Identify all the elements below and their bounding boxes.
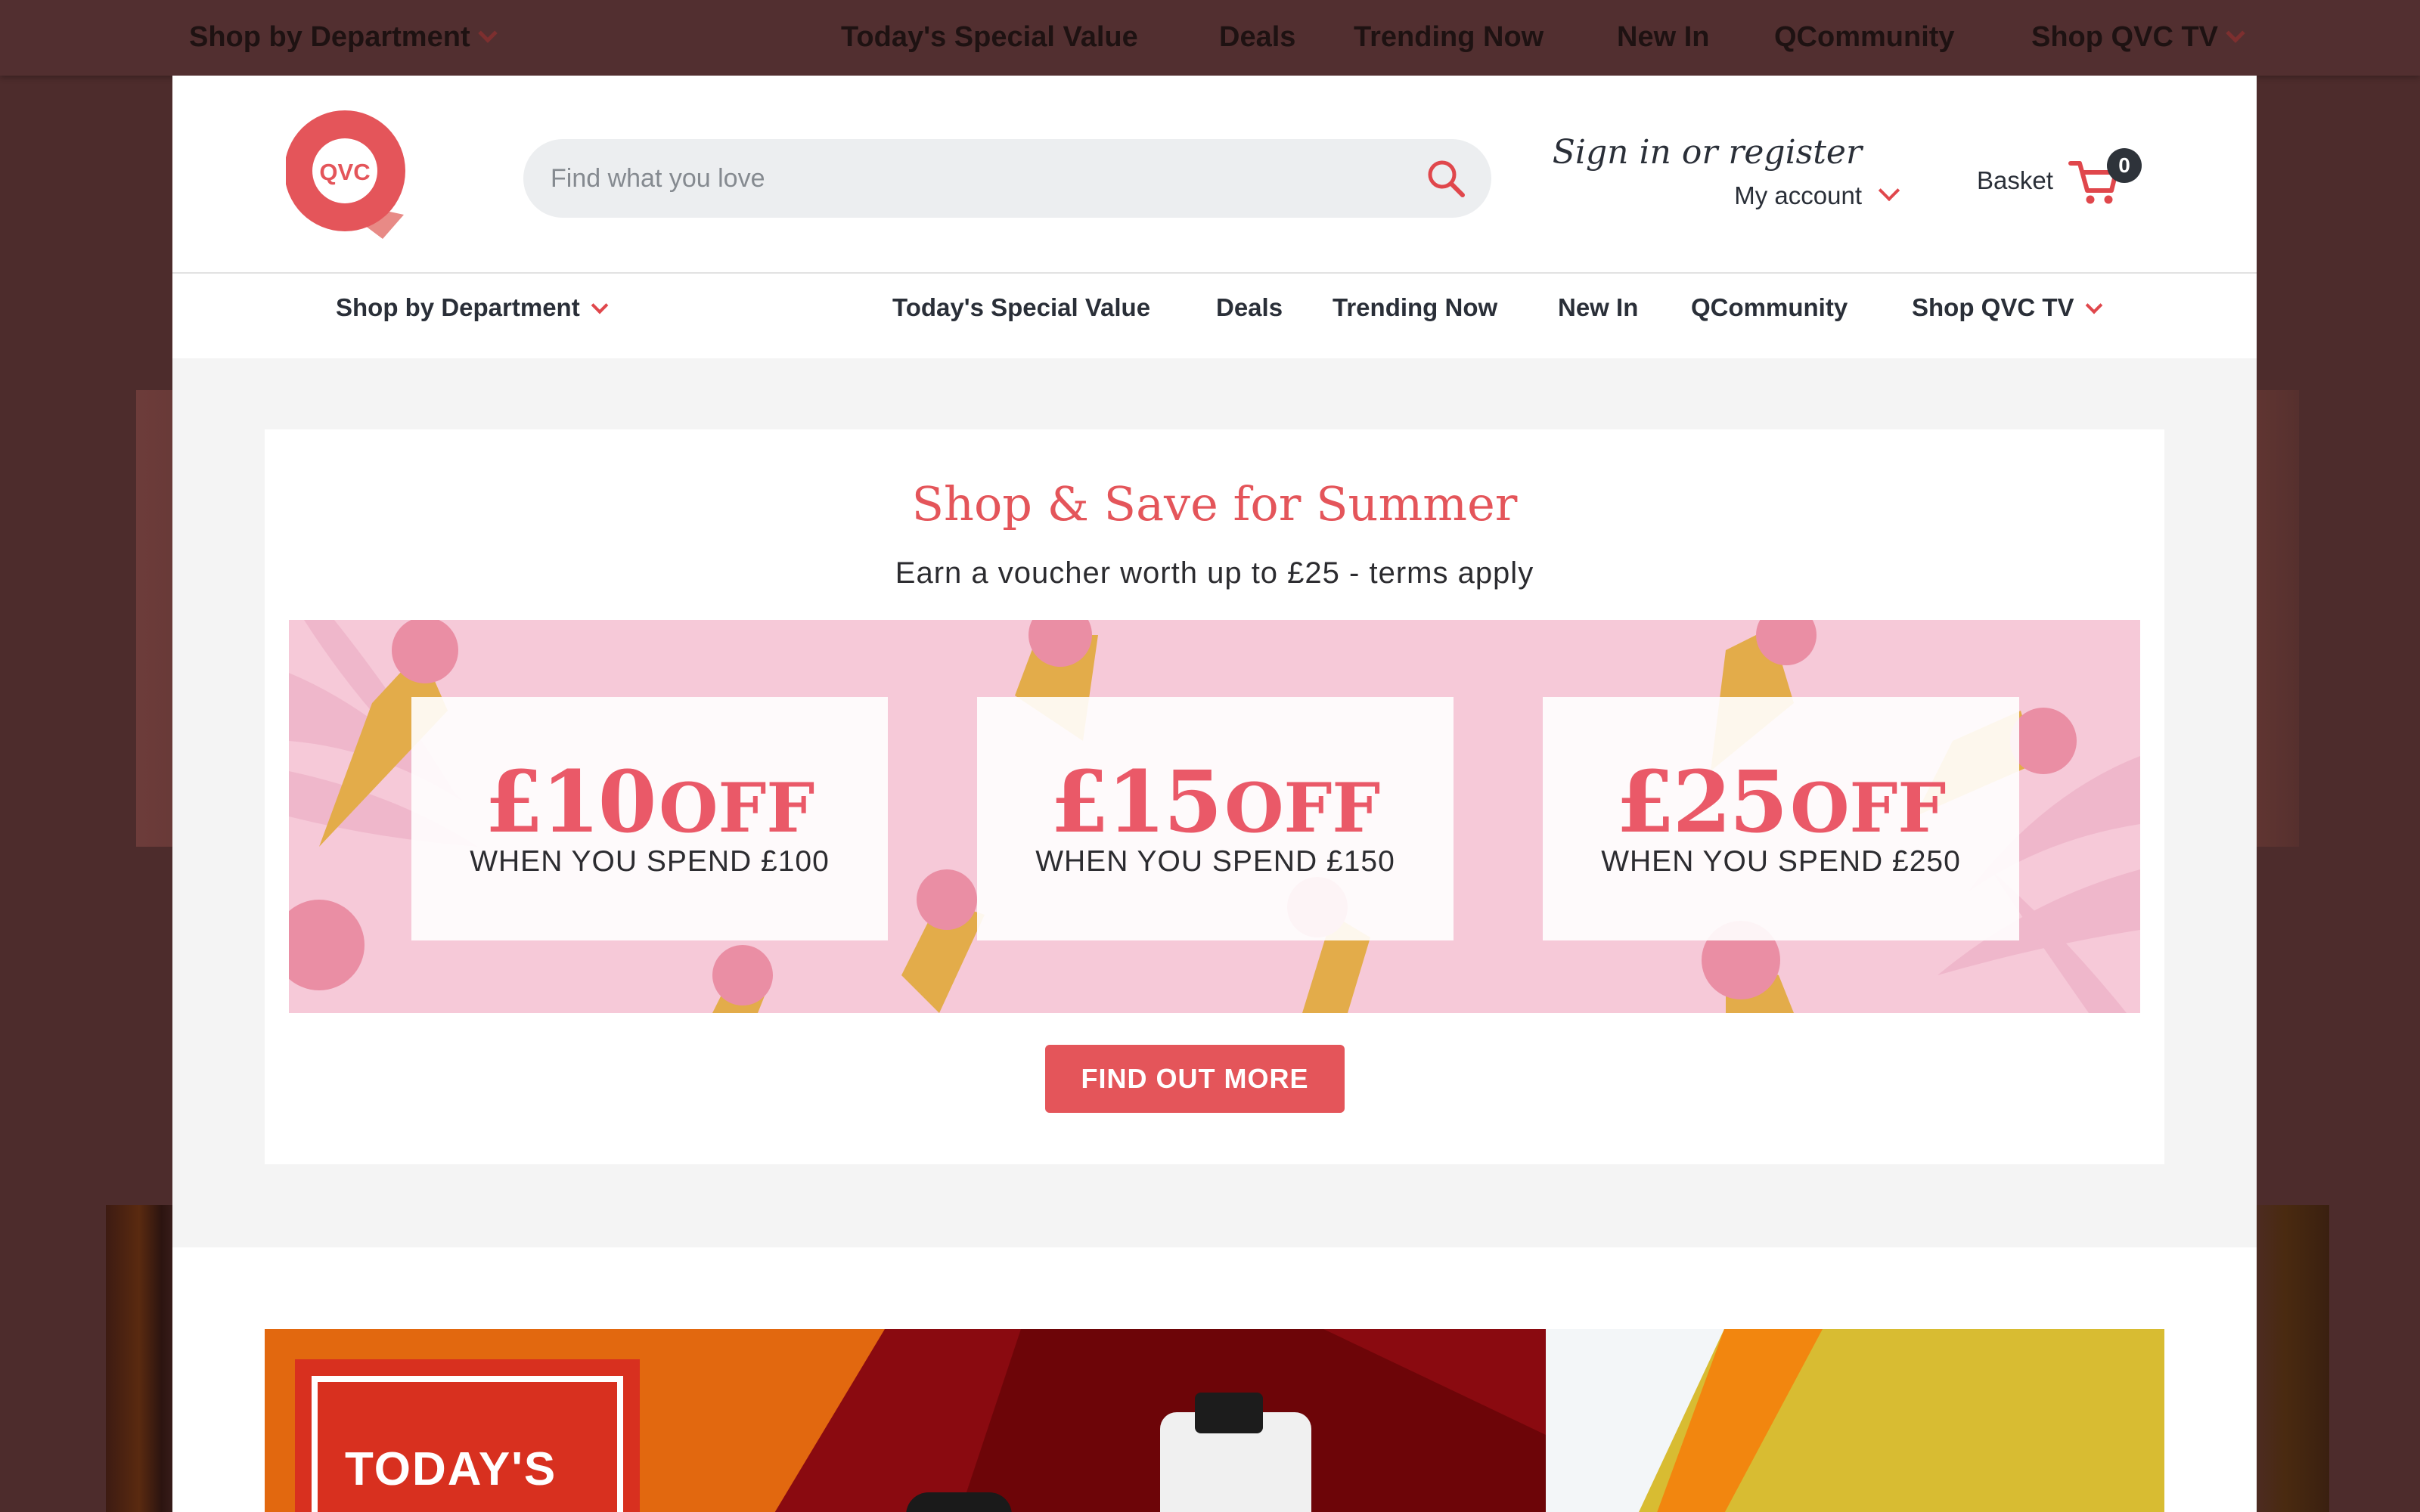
offer-condition: WHEN YOU SPEND £100	[470, 845, 830, 878]
offer-condition: WHEN YOU SPEND £250	[1601, 845, 1961, 878]
nav-qcommunity[interactable]: QCommunity	[1691, 293, 1848, 322]
offer-off: OFF	[1224, 768, 1381, 848]
search-bar	[523, 139, 1491, 218]
bg-nav-link: Deals	[1219, 21, 1296, 53]
nav-trending-now[interactable]: Trending Now	[1333, 293, 1497, 322]
promo-subtitle: Earn a voucher worth up to £25 - terms a…	[895, 556, 1534, 590]
offer-amount: £15	[1050, 753, 1223, 852]
bg-nav-link: QCommunity	[1774, 21, 1955, 53]
todays-special-value-banner[interactable]: TODAY'S	[265, 1329, 2164, 1512]
chevron-down-icon	[2085, 296, 2102, 314]
offer-off: OFF	[1790, 768, 1947, 848]
tsv-badge-text: TODAY'S	[345, 1443, 557, 1495]
main-nav: Shop by Department Today's Special Value…	[172, 272, 2257, 358]
site-header: QVC Sign in or register My account Baske…	[172, 76, 2257, 272]
bg-nav-link: Trending Now	[1354, 21, 1544, 53]
account-menu[interactable]: Sign in or register My account	[1546, 133, 1901, 216]
page-overlay: QVC Sign in or register My account Baske…	[172, 76, 2257, 1512]
bg-nav-shop-tv: Shop QVC TV	[2031, 21, 2245, 54]
nav-new-in[interactable]: New In	[1558, 293, 1638, 322]
bg-nav-link: Today's Special Value	[841, 21, 1138, 53]
qvc-logo[interactable]: QVC	[284, 110, 416, 243]
offer-condition: WHEN YOU SPEND £150	[1035, 845, 1395, 878]
offer-15: £15 OFF WHEN YOU SPEND £150	[977, 697, 1454, 940]
background-nav: Shop by Department Today's Special Value…	[0, 0, 2420, 76]
offer-10: £10 OFF WHEN YOU SPEND £100	[411, 697, 888, 940]
offer-25: £25 OFF WHEN YOU SPEND £250	[1543, 697, 2019, 940]
chevron-down-icon	[1878, 179, 1900, 202]
bg-nav-department: Shop by Department	[189, 21, 498, 54]
promo-banner[interactable]: £10 OFF WHEN YOU SPEND £100 £15 OFF WHEN…	[289, 620, 2140, 1013]
offer-off: OFF	[659, 768, 815, 848]
nav-deals[interactable]: Deals	[1216, 293, 1283, 322]
bg-nav-link: New In	[1617, 21, 1710, 53]
logo-text: QVC	[319, 159, 370, 185]
nav-todays-special-value[interactable]: Today's Special Value	[892, 293, 1150, 322]
promo-section: Shop & Save for Summer Earn a voucher wo…	[172, 358, 2257, 1247]
promo-card: Shop & Save for Summer Earn a voucher wo…	[265, 429, 2164, 1164]
my-account-label: My account	[1734, 181, 1862, 209]
chevron-down-icon	[591, 296, 609, 314]
sign-in-link[interactable]: Sign in or register	[1553, 133, 1862, 172]
offer-amount: £10	[484, 753, 657, 852]
nav-shop-qvc-tv[interactable]: Shop QVC TV	[1912, 293, 2102, 322]
basket-label: Basket	[1977, 166, 2053, 194]
offer-amount: £25	[1615, 753, 1789, 852]
basket-button[interactable]: Basket 0	[1977, 148, 2158, 215]
promo-title: Shop & Save for Summer	[911, 476, 1518, 531]
search-icon[interactable]	[1423, 156, 1469, 201]
find-out-more-button[interactable]: FIND OUT MORE	[1045, 1045, 1345, 1113]
nav-shop-by-department[interactable]: Shop by Department	[336, 293, 609, 322]
basket-count-badge: 0	[2107, 148, 2142, 183]
search-input[interactable]	[551, 139, 1398, 218]
